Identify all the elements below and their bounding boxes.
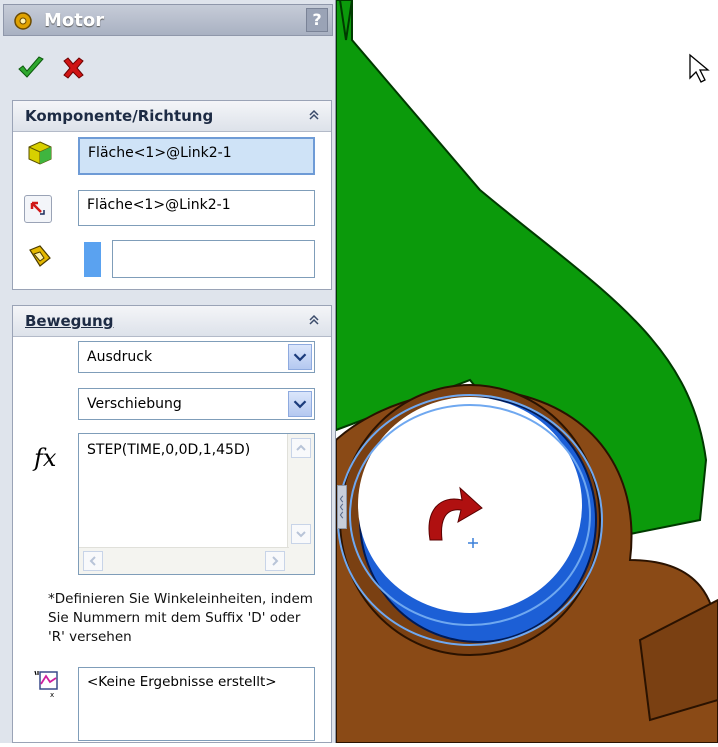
panel-collapse-handle[interactable] <box>337 485 347 529</box>
scroll-down-icon[interactable] <box>291 524 311 544</box>
cancel-x-icon[interactable] <box>60 55 86 81</box>
graphics-area[interactable] <box>335 0 718 744</box>
section-header[interactable]: Komponente/Richtung <box>13 101 331 132</box>
motion-mode-value: Verschiebung <box>87 396 182 412</box>
motion-type-value: Ausdruck <box>87 349 153 365</box>
expression-text: STEP(TIME,0,0D,1,45D) <box>87 442 251 458</box>
direction-arrow-icon <box>30 201 45 215</box>
relative-part-icon <box>29 245 51 267</box>
component-field[interactable]: Fläche<1>@Link2-1 <box>78 137 315 175</box>
scroll-right-icon[interactable] <box>265 551 285 571</box>
property-manager: Motor ? Komponente/Richtung Fläche<1>@Li… <box>0 0 336 743</box>
section-title: Komponente/Richtung <box>25 107 214 125</box>
graph-icon[interactable]: x <box>32 668 62 698</box>
results-field[interactable]: <Keine Ergebnisse erstellt> <box>78 667 315 741</box>
relative-selection-indicator <box>84 242 101 277</box>
motion-mode-select[interactable]: Verschiebung <box>78 388 315 420</box>
title-bar: Motor ? <box>3 4 333 36</box>
collapse-chevron-icon[interactable] <box>307 312 321 328</box>
direction-field[interactable]: Fläche<1>@Link2-1 <box>78 190 315 226</box>
fx-icon: fx <box>34 444 57 472</box>
svg-text:x: x <box>50 691 54 698</box>
chevron-down-icon[interactable] <box>288 344 312 370</box>
cube-icon <box>28 141 52 165</box>
direction-button[interactable] <box>24 195 52 223</box>
model-view <box>335 0 718 744</box>
horizontal-scrollbar[interactable] <box>79 547 289 574</box>
scroll-up-icon[interactable] <box>291 438 311 458</box>
motion-type-select[interactable]: Ausdruck <box>78 341 315 373</box>
help-button[interactable]: ? <box>306 8 328 32</box>
unit-hint: *Definieren Sie Winkeleinheiten, indem S… <box>48 591 313 645</box>
relative-component-field[interactable] <box>112 240 315 278</box>
scroll-left-icon[interactable] <box>83 551 103 571</box>
scroll-corner <box>288 548 314 574</box>
mouse-cursor-icon <box>689 53 710 83</box>
vertical-scrollbar[interactable] <box>287 434 314 548</box>
motor-icon <box>14 12 32 30</box>
ok-check-icon[interactable] <box>17 55 45 81</box>
collapse-chevron-icon[interactable] <box>307 107 321 123</box>
panel-title: Motor <box>44 10 105 31</box>
section-header[interactable]: Bewegung <box>13 306 331 337</box>
expression-editor[interactable]: STEP(TIME,0,0D,1,45D) <box>78 433 315 575</box>
chevron-down-icon[interactable] <box>288 391 312 417</box>
section-title: Bewegung <box>25 312 114 330</box>
